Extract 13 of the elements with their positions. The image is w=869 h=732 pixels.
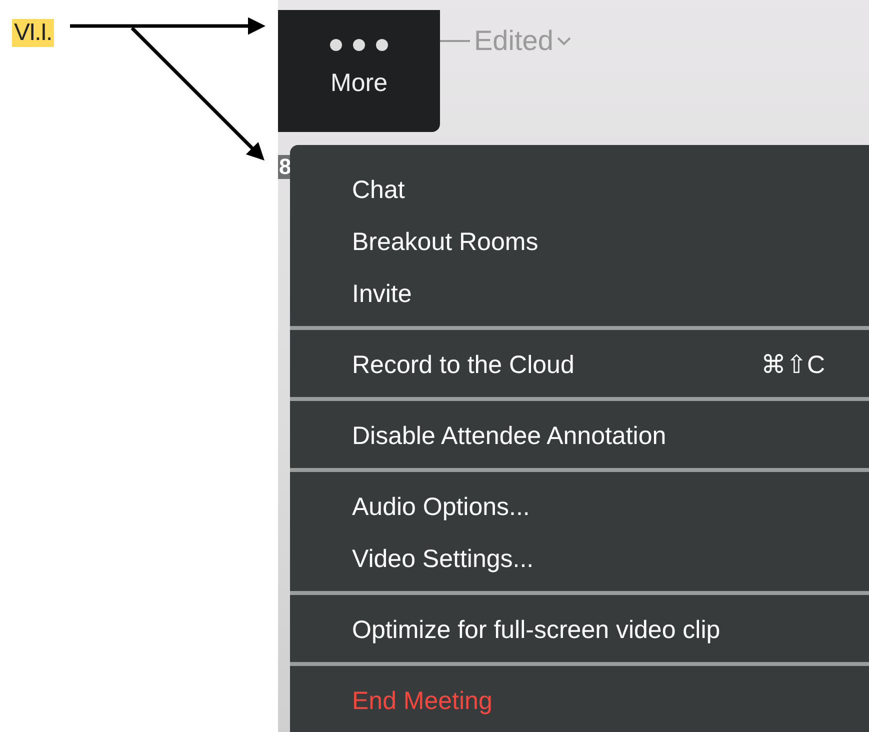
menu-item[interactable]: Record to the Cloud ⌘⇧C (290, 340, 869, 392)
menu-item[interactable]: Invite (290, 269, 869, 321)
menu-item[interactable]: Breakout Rooms (290, 217, 869, 269)
menu-item[interactable]: Disable Attendee Annotation (290, 411, 869, 463)
more-dots-icon (330, 39, 388, 52)
menu-item[interactable]: Video Settings... (290, 534, 869, 586)
menu-item[interactable]: Audio Options... (290, 482, 869, 534)
more-button[interactable]: More (278, 10, 440, 132)
chevron-down-icon[interactable] (557, 36, 572, 46)
menu-item[interactable]: Chat (290, 165, 869, 217)
annotation-label: VI.I. (12, 19, 54, 47)
shortcut-label: ⌘⇧C (760, 350, 825, 382)
menu-item[interactable]: Optimize for full-screen video clip (290, 605, 869, 657)
